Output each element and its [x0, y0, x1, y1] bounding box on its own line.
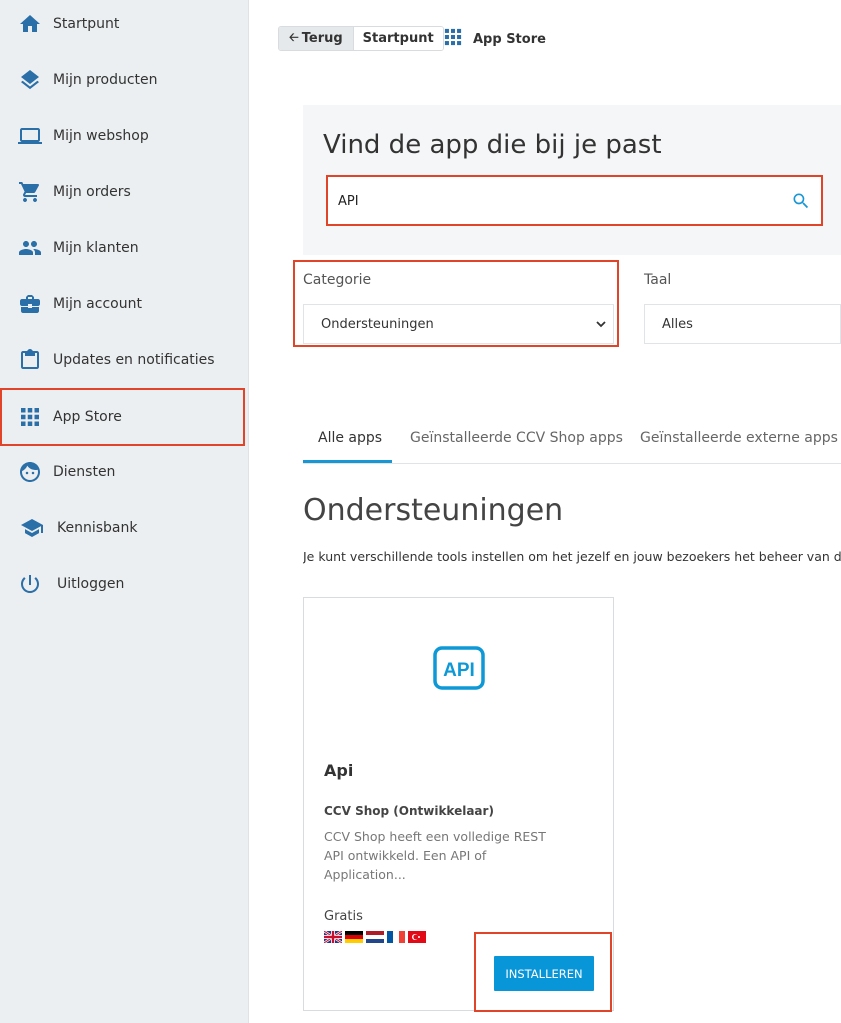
app-name: Api	[324, 761, 354, 780]
turkey-flag-icon	[408, 931, 426, 943]
grid-icon	[17, 404, 43, 430]
sidebar-item-label: Startpunt	[53, 16, 120, 32]
sidebar-item-label: Mijn orders	[53, 184, 131, 200]
sidebar-item-startpunt[interactable]: Startpunt	[0, 0, 249, 52]
sidebar-item-kennisbank[interactable]: Kennisbank	[0, 500, 249, 556]
sidebar-item-label: Diensten	[53, 464, 116, 480]
germany-flag-icon	[345, 931, 363, 943]
breadcrumb-startpunt[interactable]: Startpunt	[352, 27, 443, 50]
briefcase-icon	[17, 291, 43, 317]
search-box	[326, 175, 823, 226]
school-icon	[19, 515, 45, 541]
tab-alle-apps[interactable]: Alle apps	[318, 430, 382, 446]
sidebar: Startpunt Mijn producten Mijn webshop Mi…	[0, 0, 249, 1023]
search-input[interactable]	[338, 190, 778, 212]
tab-installed-ccv[interactable]: Geïnstalleerde CCV Shop apps	[410, 430, 623, 446]
sidebar-item-mijn-webshop[interactable]: Mijn webshop	[0, 108, 249, 164]
sidebar-item-mijn-producten[interactable]: Mijn producten	[0, 52, 249, 108]
sidebar-item-label: Mijn klanten	[53, 240, 139, 256]
app-tabs: Alle apps Geïnstalleerde CCV Shop apps G…	[303, 416, 841, 464]
category-label: Categorie	[303, 272, 372, 288]
search-icon[interactable]	[791, 191, 811, 211]
cart-icon	[17, 179, 43, 205]
france-flag-icon	[387, 931, 405, 943]
sidebar-item-uitloggen[interactable]: Uitloggen	[0, 556, 249, 612]
netherlands-flag-icon	[366, 931, 384, 943]
search-hero: Vind de app die bij je past	[303, 105, 841, 255]
sidebar-item-app-store[interactable]: App Store	[0, 388, 245, 446]
search-title: Vind de app die bij je past	[323, 130, 662, 160]
people-icon	[17, 235, 43, 261]
svg-text:API: API	[443, 660, 475, 681]
install-button[interactable]: INSTALLEREN	[494, 956, 594, 991]
language-select[interactable]: Alles	[644, 304, 841, 344]
breadcrumb: 🡠 Terug Startpunt	[278, 26, 444, 51]
language-flags	[324, 931, 426, 943]
sidebar-item-mijn-account[interactable]: Mijn account	[0, 276, 249, 332]
sidebar-item-mijn-klanten[interactable]: Mijn klanten	[0, 220, 249, 276]
sidebar-item-diensten[interactable]: Diensten	[0, 444, 249, 500]
sidebar-item-label: Updates en notificaties	[53, 352, 215, 368]
sidebar-item-updates[interactable]: Updates en notificaties	[0, 332, 249, 388]
clipboard-icon	[17, 347, 43, 373]
api-logo-icon: API	[433, 646, 485, 690]
install-highlight: INSTALLEREN	[474, 932, 612, 1012]
section-description: Je kunt verschillende tools instellen om…	[303, 549, 841, 564]
section-title: Ondersteuningen	[303, 493, 564, 528]
face-icon	[17, 459, 43, 485]
sidebar-item-label: Mijn producten	[53, 72, 158, 88]
uk-flag-icon	[324, 931, 342, 943]
category-select[interactable]: Ondersteuningen	[303, 304, 614, 344]
sidebar-item-label: Mijn webshop	[53, 128, 149, 144]
sidebar-item-label: Kennisbank	[57, 520, 138, 536]
app-description: CCV Shop heeft een volledige REST API on…	[324, 829, 546, 882]
sidebar-item-mijn-orders[interactable]: Mijn orders	[0, 164, 249, 220]
grid-icon	[444, 28, 462, 51]
laptop-icon	[17, 123, 43, 149]
back-button[interactable]: 🡠 Terug	[279, 27, 353, 50]
tab-installed-external[interactable]: Geïnstalleerde externe apps	[640, 430, 838, 446]
arrow-left-icon: 🡠	[289, 30, 299, 44]
app-vendor: CCV Shop (Ontwikkelaar)	[324, 804, 494, 818]
current-page-crumb: App Store	[444, 28, 546, 51]
active-tab-indicator	[303, 460, 392, 463]
language-label: Taal	[644, 272, 672, 288]
chevron-down-icon	[595, 318, 607, 334]
page-title: App Store	[473, 32, 546, 47]
sidebar-item-label: Mijn account	[53, 296, 142, 312]
home-icon	[17, 11, 43, 37]
app-price: Gratis	[324, 909, 363, 924]
sidebar-item-label: Uitloggen	[57, 576, 125, 592]
sidebar-item-label: App Store	[53, 409, 122, 425]
power-icon	[17, 571, 43, 597]
layers-icon	[17, 67, 43, 93]
